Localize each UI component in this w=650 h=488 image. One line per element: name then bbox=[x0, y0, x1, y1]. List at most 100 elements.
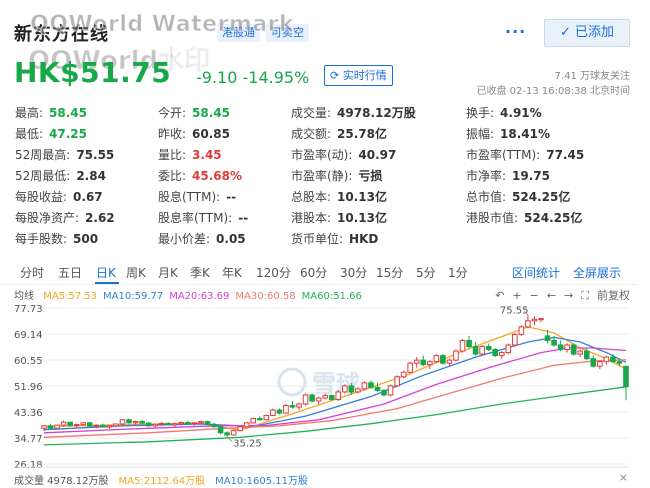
candle-body bbox=[485, 346, 492, 351]
candle-body bbox=[440, 355, 446, 364]
candle-body bbox=[113, 423, 119, 427]
candle-body bbox=[270, 409, 276, 417]
realtime-icon: ⟳ bbox=[330, 69, 340, 82]
quote-item: 成交额: 25.78亿 bbox=[291, 125, 387, 142]
tab-period[interactable]: 五日 bbox=[58, 264, 82, 281]
quote-item: 每股净资产: 2.62 bbox=[15, 209, 115, 226]
more-menu-button[interactable]: ··· bbox=[505, 22, 526, 41]
y-tick-label: 69.14 bbox=[14, 330, 43, 341]
quote-item: 总市值: 524.25亿 bbox=[466, 188, 570, 205]
quote-value: 10.13亿 bbox=[337, 190, 388, 204]
candle-body bbox=[283, 405, 289, 414]
candle-body bbox=[256, 418, 263, 421]
quote-value: 60.85 bbox=[192, 127, 231, 141]
candle-body bbox=[86, 422, 93, 427]
quote-label: 每手股数: bbox=[15, 232, 68, 246]
tab-period[interactable]: 分时 bbox=[20, 264, 44, 281]
volume-label: MA5:2112.64万股 bbox=[118, 476, 206, 487]
candle-body bbox=[603, 356, 610, 363]
candle-body bbox=[158, 422, 165, 425]
quote-item: 港股市值: 524.25亿 bbox=[466, 209, 582, 226]
candle-body bbox=[433, 355, 440, 363]
candle-body bbox=[47, 425, 54, 429]
candle-body bbox=[119, 419, 126, 425]
candle-body bbox=[73, 424, 80, 427]
candle-body bbox=[67, 421, 73, 427]
candle-body bbox=[348, 385, 355, 393]
quote-label: 成交额: bbox=[291, 127, 332, 141]
candle-body bbox=[387, 385, 394, 396]
candle-body bbox=[185, 421, 191, 424]
candle-body bbox=[139, 421, 145, 424]
candle-body bbox=[211, 423, 217, 428]
candle-body bbox=[41, 425, 47, 429]
quote-label: 每股收益: bbox=[15, 190, 68, 204]
stock-header: 新东方在线 港股通 可卖空 QQWorld Watermark QQWorld水… bbox=[0, 0, 650, 110]
candle-body bbox=[60, 421, 67, 426]
candle-body bbox=[623, 365, 629, 388]
quote-item: 总股本: 10.13亿 bbox=[291, 188, 387, 205]
quote-label: 成交量: bbox=[291, 106, 332, 120]
candle-body bbox=[394, 376, 400, 387]
candle-body bbox=[165, 422, 172, 426]
quote-value: 4978.12万股 bbox=[337, 106, 416, 120]
candle-body bbox=[276, 409, 283, 414]
candle-body bbox=[564, 344, 570, 351]
tab-period[interactable]: 15分 bbox=[376, 264, 403, 281]
quote-value: 19.75 bbox=[512, 169, 551, 183]
realtime-quote-button[interactable]: ⟳ 实时行情 bbox=[324, 65, 393, 86]
quote-item: 每股收益: 0.67 bbox=[15, 188, 103, 205]
quote-item: 市盈率(静): 亏损 bbox=[291, 167, 382, 184]
candle-body bbox=[328, 395, 335, 400]
quote-value: 75.55 bbox=[76, 148, 115, 162]
candle-body bbox=[583, 350, 590, 360]
quote-item: 52周最低: 2.84 bbox=[15, 167, 106, 184]
quote-label: 昨收: bbox=[158, 127, 187, 141]
quote-label: 委比: bbox=[158, 169, 187, 183]
close-icon[interactable]: × bbox=[619, 471, 628, 484]
tab-period[interactable]: 120分 bbox=[256, 264, 291, 281]
tab-period[interactable]: 60分 bbox=[300, 264, 327, 281]
follow-added-button[interactable]: ✓ 已添加 bbox=[544, 19, 630, 47]
price-change: -9.10 -14.95% bbox=[196, 68, 310, 87]
candle-body bbox=[446, 359, 453, 364]
candle-body bbox=[263, 415, 270, 421]
followers-count: 7.41 万球友关注 bbox=[554, 71, 630, 82]
tab-period[interactable]: 季K bbox=[190, 264, 210, 281]
candle-body bbox=[551, 339, 557, 346]
tab-period[interactable]: 30分 bbox=[340, 264, 367, 281]
tab-period[interactable]: 5分 bbox=[416, 264, 436, 281]
candle-body bbox=[204, 421, 211, 425]
candle-body bbox=[453, 350, 459, 361]
period-tabs: 分时 五日 日K 周K 月K 季K 年K 120分 60分 30分 15分 5分 1分 区间统计 全屏展示 bbox=[14, 262, 636, 284]
tab-period[interactable]: 月K bbox=[158, 264, 178, 281]
quote-item: 换手: 4.91% bbox=[466, 104, 542, 121]
candle-body bbox=[525, 320, 531, 328]
tab-period[interactable]: 周K bbox=[126, 264, 146, 281]
tab-period[interactable]: 日K bbox=[96, 264, 116, 281]
tab-period[interactable]: 年K bbox=[222, 264, 242, 281]
fullscreen-button[interactable]: 全屏展示 bbox=[573, 264, 621, 281]
quote-value: 2.62 bbox=[85, 211, 115, 225]
candle-body bbox=[126, 419, 132, 424]
candle-body bbox=[237, 426, 243, 432]
quote-label: 港股本: bbox=[291, 211, 332, 225]
candle-body bbox=[557, 344, 564, 351]
quote-value: 58.45 bbox=[192, 106, 231, 120]
range-stats-button[interactable]: 区间统计 bbox=[512, 264, 560, 281]
candle-body bbox=[577, 350, 584, 355]
candle-body bbox=[322, 395, 328, 399]
candle-body bbox=[616, 361, 623, 364]
y-tick-label: 60.55 bbox=[14, 356, 43, 367]
candle-body bbox=[355, 388, 361, 393]
candle-body bbox=[315, 397, 322, 402]
quote-value: 3.45 bbox=[192, 148, 222, 162]
candle-body bbox=[597, 361, 603, 367]
quote-label: 最低: bbox=[15, 127, 44, 141]
candle-body bbox=[243, 422, 250, 428]
candle-body bbox=[224, 432, 230, 436]
kline-chart[interactable]: 77.7369.1460.5551.9643.3634.7726.18雪球75.… bbox=[0, 300, 650, 470]
quote-value: 18.41% bbox=[500, 127, 551, 141]
tab-period[interactable]: 1分 bbox=[448, 264, 468, 281]
quote-label: 52周最高: bbox=[15, 148, 71, 162]
